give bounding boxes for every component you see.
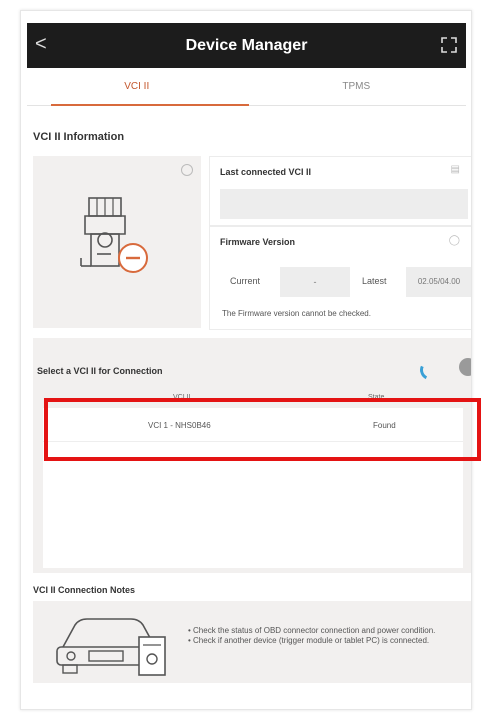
- edit-icon[interactable]: ▤: [451, 164, 460, 175]
- notes-text: • Check the status of OBD connector conn…: [188, 626, 471, 646]
- firmware-row: Current - Latest 02.05/04.00: [210, 267, 471, 297]
- spinner-icon: [417, 357, 443, 383]
- current-version: -: [280, 267, 350, 297]
- firmware-label: Firmware Version: [220, 237, 296, 247]
- current-label: Current: [230, 276, 261, 286]
- refresh-icon[interactable]: [459, 358, 471, 376]
- top-bar: < Device Manager: [27, 23, 466, 68]
- highlight-box: [44, 398, 481, 461]
- vci-device-icon: [80, 197, 148, 273]
- connection-notes-panel: • Check the status of OBD connector conn…: [33, 601, 471, 683]
- firmware-card: Firmware Version ◯ Current - Latest 02.0…: [209, 226, 471, 330]
- device-manager-screen: < Device Manager VCI II TPMS VCI II Info…: [20, 10, 472, 710]
- expand-icon[interactable]: [440, 36, 458, 54]
- last-connected-field: [220, 189, 468, 219]
- last-connected-card: Last connected VCI II ▤: [209, 156, 471, 226]
- firmware-note: The Firmware version cannot be checked.: [222, 309, 371, 318]
- back-icon[interactable]: <: [35, 33, 47, 56]
- notes-title: VCI II Connection Notes: [33, 585, 136, 595]
- info-icon[interactable]: ◯: [449, 235, 460, 246]
- latest-label: Latest: [362, 276, 387, 286]
- page-title: Device Manager: [185, 36, 308, 54]
- vci-device-panel: [33, 156, 201, 328]
- last-connected-label: Last connected VCI II: [220, 167, 312, 177]
- car-vci-icon: [56, 618, 166, 676]
- tab-tpms[interactable]: TPMS: [247, 68, 467, 105]
- tab-vci[interactable]: VCI II: [27, 68, 248, 106]
- note-line-2: • Check if another device (trigger modul…: [188, 636, 430, 645]
- gear-icon[interactable]: [181, 164, 193, 176]
- note-line-1: • Check the status of OBD connector conn…: [188, 626, 436, 635]
- latest-version: 02.05/04.00: [406, 267, 471, 297]
- selection-title: Select a VCI II for Connection: [37, 366, 163, 376]
- vci-info-title: VCI II Information: [33, 131, 125, 143]
- tab-bar: VCI II TPMS: [27, 68, 466, 106]
